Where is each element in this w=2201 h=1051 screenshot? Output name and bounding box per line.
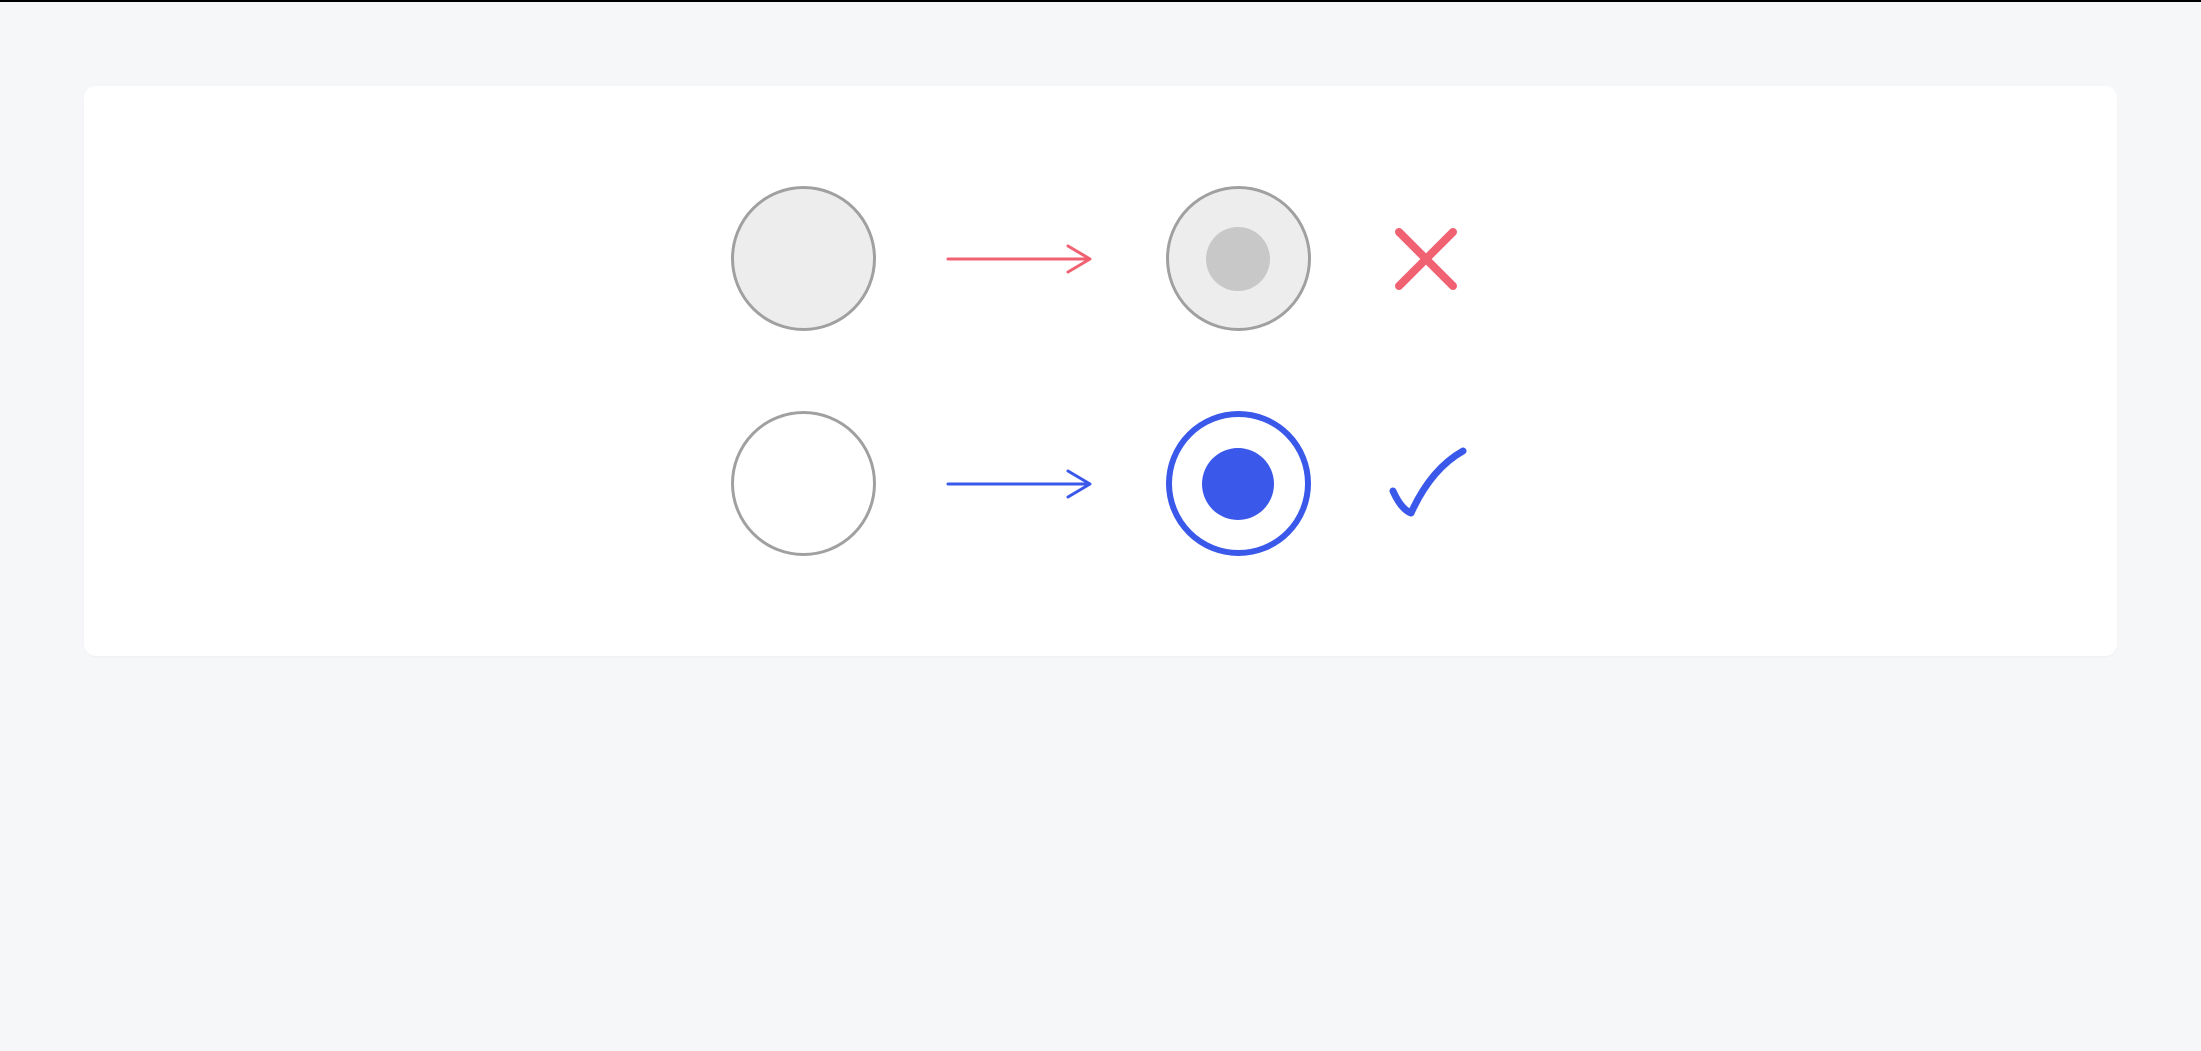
arrow-right-icon — [946, 469, 1096, 499]
verdict-correct — [1381, 439, 1471, 529]
check-icon — [1381, 439, 1471, 529]
radio-selected-gray — [1166, 186, 1311, 331]
radio-selected-blue — [1166, 411, 1311, 556]
arrow-correct — [946, 469, 1096, 499]
example-card — [84, 86, 2117, 656]
arrow-incorrect — [946, 244, 1096, 274]
radio-inner-dot-gray — [1206, 227, 1270, 291]
radio-unselected-gray-filled — [731, 186, 876, 331]
radio-inner-dot-blue — [1202, 448, 1274, 520]
page-frame — [0, 0, 2201, 656]
verdict-incorrect — [1381, 224, 1471, 294]
row-incorrect — [731, 186, 1471, 331]
radio-unselected-white — [731, 411, 876, 556]
x-icon — [1391, 224, 1461, 294]
arrow-right-icon — [946, 244, 1096, 274]
row-correct — [731, 411, 1471, 556]
